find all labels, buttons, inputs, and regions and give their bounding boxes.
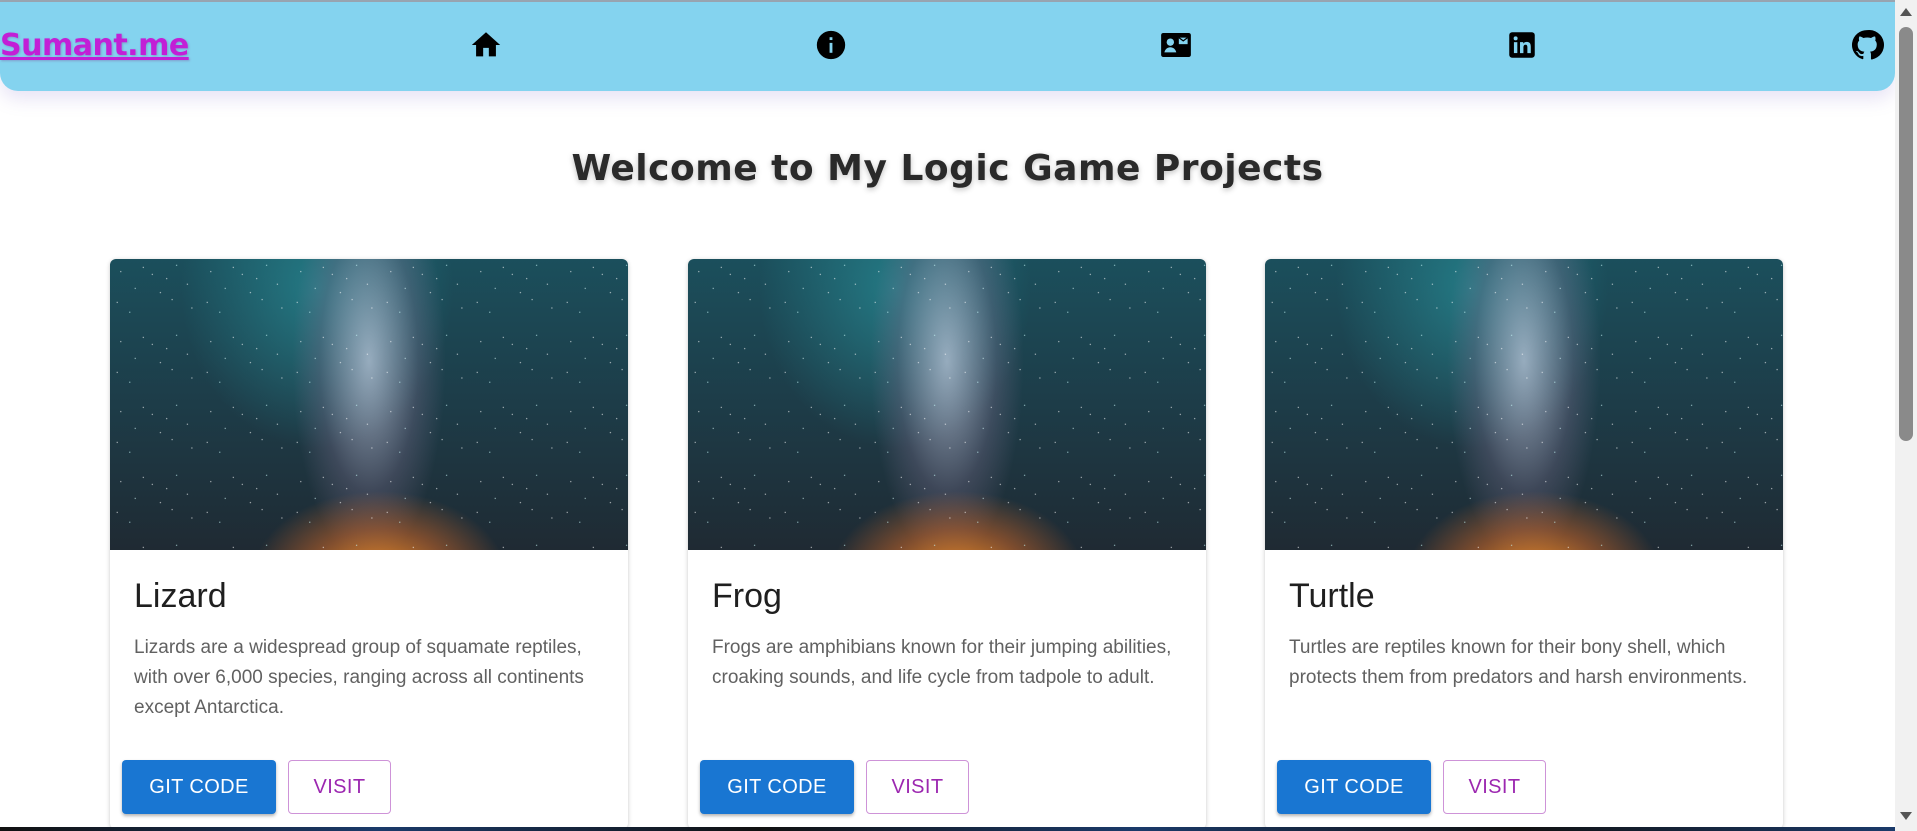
- linkedin-icon[interactable]: [1505, 28, 1539, 62]
- navbar: Sumant.me: [0, 2, 1895, 91]
- card-description: Lizards are a widespread group of squama…: [134, 637, 584, 718]
- git-code-button[interactable]: GIT CODE: [122, 760, 276, 814]
- git-code-button[interactable]: GIT CODE: [700, 760, 854, 814]
- project-card: Frog Frogs are amphibians known for thei…: [688, 259, 1206, 829]
- card-description: Frogs are amphibians known for their jum…: [712, 637, 1172, 688]
- home-icon[interactable]: [469, 28, 503, 62]
- git-code-button[interactable]: GIT CODE: [1277, 760, 1431, 814]
- scroll-down-arrow-icon[interactable]: [1900, 812, 1912, 820]
- card-description: Turtles are reptiles known for their bon…: [1289, 637, 1748, 688]
- brand-link[interactable]: Sumant.me: [0, 28, 189, 63]
- project-card: Turtle Turtles are reptiles known for th…: [1265, 259, 1783, 829]
- card-title: Lizard: [134, 577, 227, 615]
- visit-button[interactable]: VISIT: [288, 760, 391, 814]
- card-title: Frog: [712, 577, 782, 615]
- page-title: Welcome to My Logic Game Projects: [571, 148, 1324, 189]
- scrollbar-thumb[interactable]: [1899, 27, 1913, 441]
- visit-button[interactable]: VISIT: [866, 760, 969, 814]
- github-icon[interactable]: [1850, 28, 1884, 62]
- visit-button[interactable]: VISIT: [1443, 760, 1546, 814]
- vertical-scrollbar[interactable]: [1895, 0, 1917, 831]
- card-image: [110, 259, 628, 550]
- scroll-up-arrow-icon[interactable]: [1900, 8, 1912, 16]
- info-icon[interactable]: [814, 28, 848, 62]
- contact-card-icon[interactable]: [1159, 28, 1193, 62]
- card-title: Turtle: [1289, 577, 1375, 615]
- project-card: Lizard Lizards are a widespread group of…: [110, 259, 628, 829]
- card-image: [1265, 259, 1783, 550]
- card-image: [688, 259, 1206, 550]
- footer-edge: [0, 827, 1895, 831]
